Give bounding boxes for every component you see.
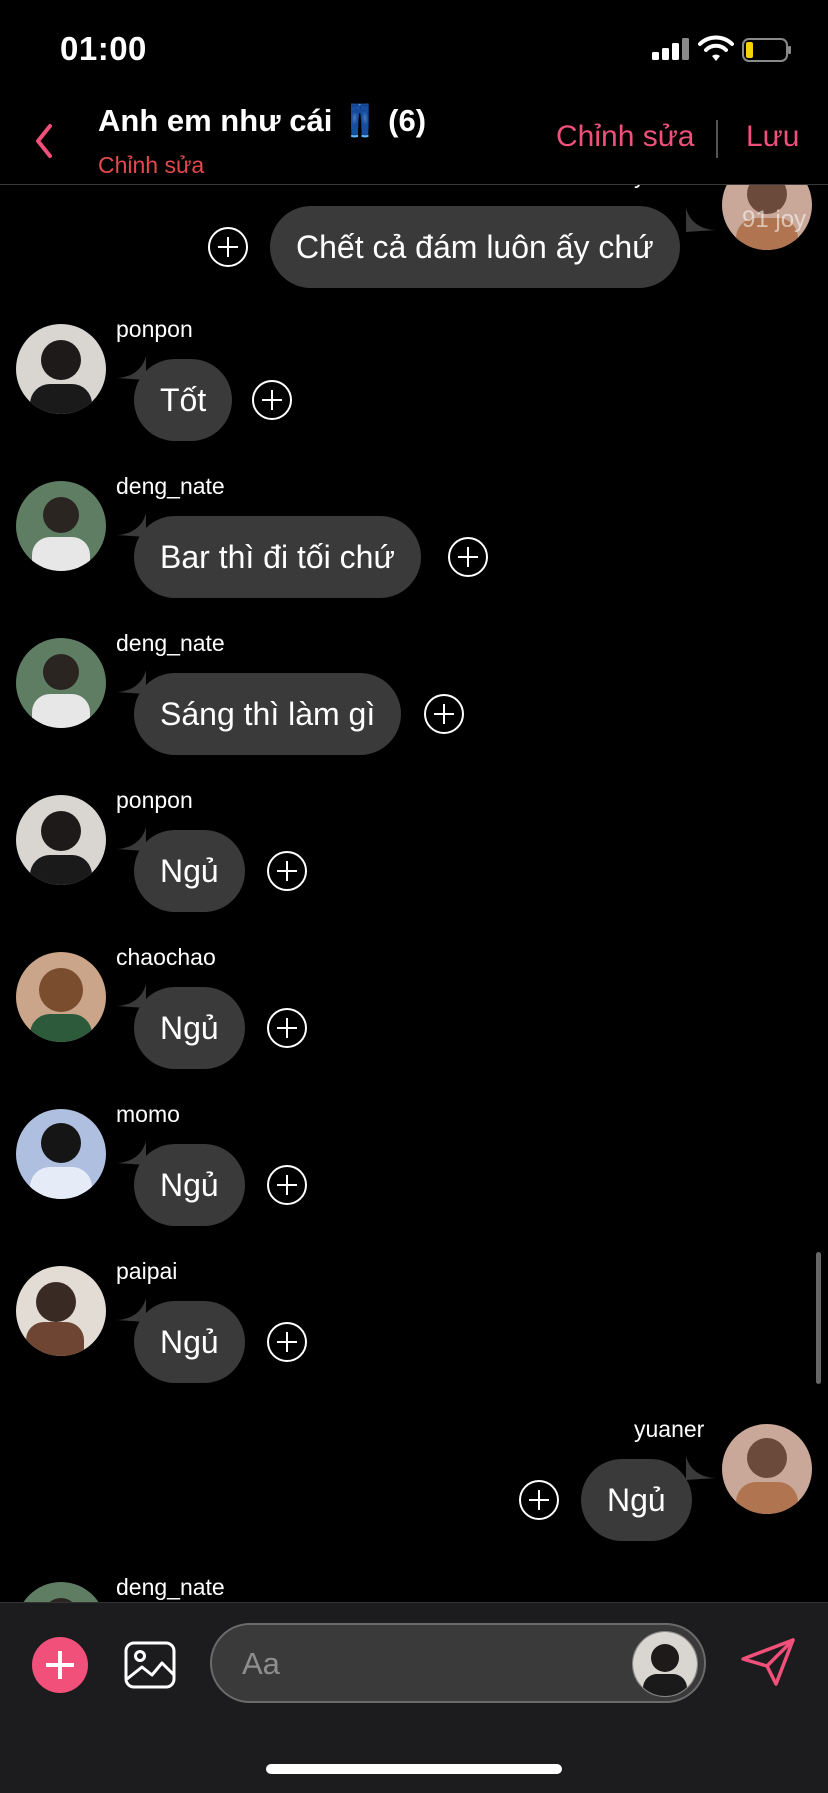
chat-title[interactable]: Anh em như cái 👖 (6) bbox=[98, 102, 426, 139]
message-sender: chaochao bbox=[116, 944, 216, 970]
add-reaction-button[interactable] bbox=[267, 1008, 307, 1048]
add-reaction-button[interactable] bbox=[448, 537, 488, 577]
message-bubble[interactable]: Ngủ bbox=[134, 987, 245, 1069]
message-sender: deng_nate bbox=[116, 630, 225, 656]
add-reaction-button[interactable] bbox=[252, 380, 292, 420]
add-attachment-button[interactable] bbox=[32, 1637, 88, 1693]
message-bubble[interactable]: Bar thì đi tối chứ bbox=[134, 516, 421, 598]
message-bubble[interactable]: Sáng thì làm gì bbox=[134, 673, 402, 755]
message-row: paipai Ngủ bbox=[0, 1258, 828, 1416]
add-reaction-button[interactable] bbox=[424, 694, 464, 734]
message-row: deng_nate Bar thì đi tối chứ bbox=[0, 473, 828, 631]
send-icon[interactable] bbox=[740, 1637, 796, 1687]
message-sender: yuaner bbox=[634, 1416, 705, 1442]
battery-icon bbox=[742, 38, 791, 62]
message-row: chaochao Ngủ bbox=[0, 944, 828, 1102]
message-row: yuaner Ngủ bbox=[0, 1416, 828, 1574]
add-reaction-button[interactable] bbox=[267, 1322, 307, 1362]
status-time: 01:00 bbox=[60, 30, 147, 67]
avatar[interactable] bbox=[16, 324, 106, 414]
message-row: momo Ngủ bbox=[0, 1101, 828, 1259]
avatar[interactable] bbox=[16, 1266, 106, 1356]
message-row: ponpon Tốt bbox=[0, 316, 828, 474]
add-reaction-button[interactable] bbox=[267, 851, 307, 891]
chat-subtitle[interactable]: Chỉnh sửa bbox=[98, 152, 204, 179]
message-sender: paipai bbox=[116, 1258, 178, 1284]
avatar[interactable] bbox=[16, 952, 106, 1042]
avatar[interactable] bbox=[16, 638, 106, 728]
message-input-container[interactable] bbox=[210, 1623, 706, 1703]
sender-avatar-switch[interactable] bbox=[632, 1631, 698, 1697]
avatar[interactable] bbox=[722, 1424, 812, 1514]
back-chevron-icon[interactable] bbox=[28, 118, 62, 164]
message-bubble[interactable]: Ngủ bbox=[134, 1301, 245, 1383]
status-bar: 01:00 bbox=[0, 0, 828, 100]
avatar[interactable] bbox=[16, 1109, 106, 1199]
edit-button[interactable]: Chỉnh sửa bbox=[556, 120, 695, 154]
home-indicator[interactable] bbox=[266, 1764, 562, 1774]
message-row: ponpon Ngủ bbox=[0, 787, 828, 945]
save-button[interactable]: Lưu bbox=[746, 120, 799, 154]
message-bubble[interactable]: Tốt bbox=[134, 359, 233, 441]
bubble-tail bbox=[686, 1456, 716, 1480]
image-icon[interactable] bbox=[124, 1639, 176, 1691]
message-sender: ponpon bbox=[116, 316, 193, 342]
message-bubble[interactable]: Ngủ bbox=[134, 1144, 245, 1226]
add-reaction-button[interactable] bbox=[519, 1480, 559, 1520]
avatar[interactable] bbox=[16, 795, 106, 885]
add-reaction-button[interactable] bbox=[208, 227, 248, 267]
cellular-signal-icon bbox=[652, 38, 689, 60]
chat-header: Anh em như cái 👖 (6) Chỉnh sửa Chỉnh sửa… bbox=[0, 100, 828, 185]
message-sender: ponpon bbox=[116, 787, 193, 813]
scrollbar[interactable] bbox=[816, 1252, 821, 1384]
message-sender: deng_nate bbox=[116, 473, 225, 499]
message-bubble[interactable]: Ngủ bbox=[134, 830, 245, 912]
message-row: yuaner 91 joy Chết cả đám luôn ấy chứ bbox=[0, 160, 828, 326]
message-bubble[interactable]: Chết cả đám luôn ấy chứ bbox=[270, 206, 680, 288]
message-row: deng_nate Sáng thì làm gì bbox=[0, 630, 828, 788]
message-sender: deng_nate bbox=[116, 1574, 225, 1600]
bubble-tail bbox=[686, 208, 716, 232]
avatar-watermark: 91 joy bbox=[742, 206, 807, 233]
wifi-icon bbox=[698, 35, 734, 61]
add-reaction-button[interactable] bbox=[267, 1165, 307, 1205]
message-input[interactable] bbox=[240, 1639, 604, 1689]
header-divider bbox=[716, 120, 718, 158]
message-sender: momo bbox=[116, 1101, 180, 1127]
message-bubble[interactable]: Ngủ bbox=[581, 1459, 692, 1541]
avatar[interactable] bbox=[16, 481, 106, 571]
